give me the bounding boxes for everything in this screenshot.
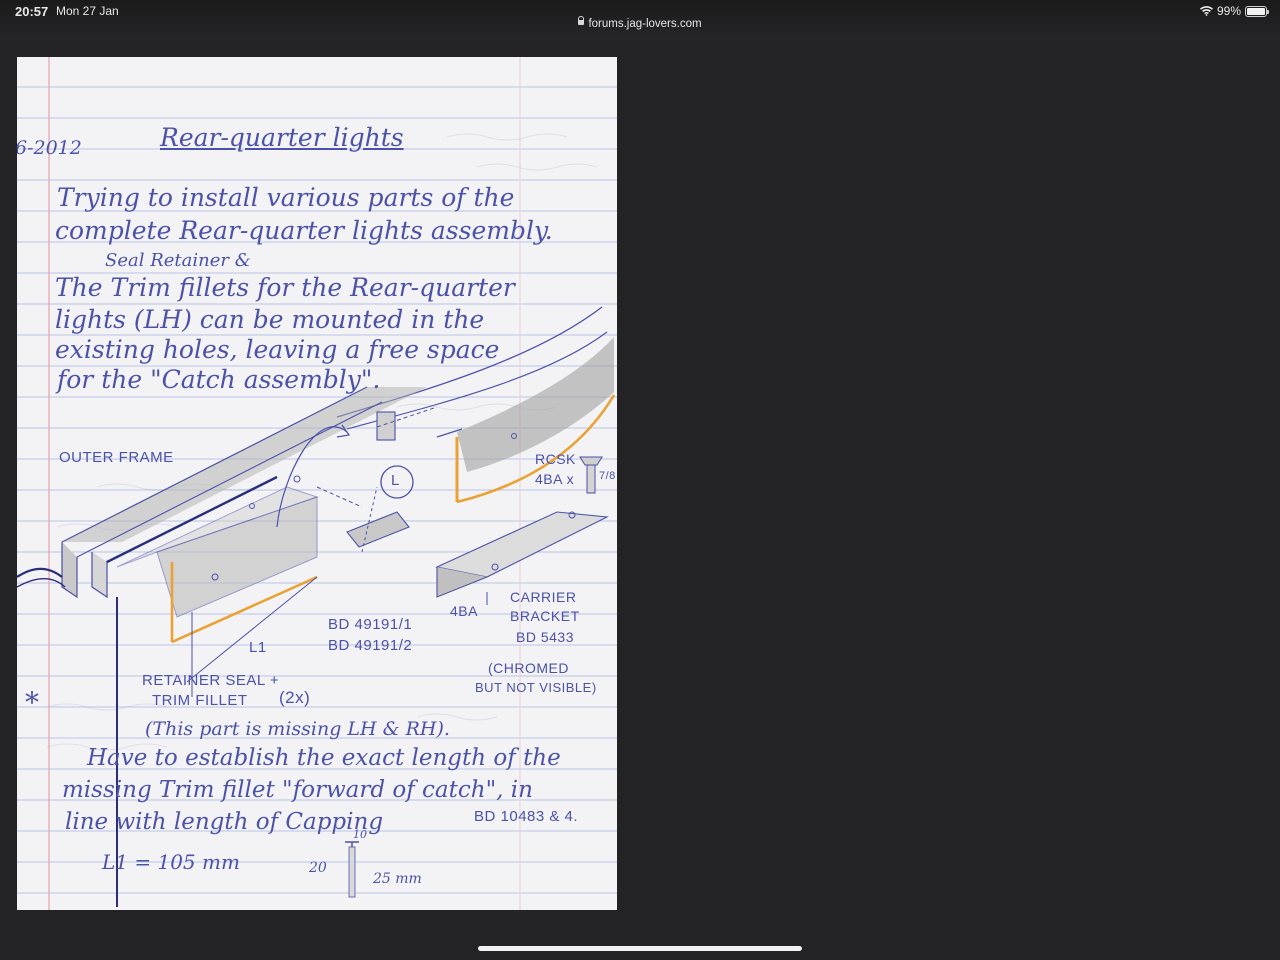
asterisk-mark: * [25,686,39,719]
label-not-visible: BUT NOT VISIBLE) [475,680,597,695]
note-line: (This part is missing LH & RH). [145,718,450,740]
label-4ba: 4BA [450,603,478,619]
note-line: Seal Retainer & [105,250,251,271]
label-rcsk-size: 4BA x [535,471,575,487]
note-line: existing holes, leaving a free space [55,335,500,364]
label-rcsk-length: 7/8 [599,470,616,482]
label-retainer: RETAINER SEAL + [142,672,280,689]
url-text[interactable]: forums.jag-lovers.com [588,18,701,30]
note-line: complete Rear-quarter lights assembly. [55,216,553,245]
label-capping-part: BD 10483 & 4. [474,808,579,825]
label-bd49191-2: BD 49191/2 [328,637,413,654]
note-title: Rear-quarter lights [160,123,404,152]
label-carrier: CARRIER [510,589,577,605]
note-line: The Trim fillets for the Rear-quarter [55,273,515,302]
status-date: Mon 27 Jan [56,4,119,18]
note-line: missing Trim fillet "forward of catch", … [62,777,533,803]
label-chromed: (CHROMED [488,660,569,676]
label-bd5433: BD 5433 [516,629,574,645]
note-line: for the "Catch assembly". [57,365,381,394]
note-line: line with length of Capping [65,809,384,835]
status-bar: 20:57 Mon 27 Jan forums.jag-lovers.com 9… [0,0,1280,40]
label-rcsk: RCSK [535,451,576,467]
battery-icon [1245,5,1269,17]
label-outer-frame: OUTER FRAME [59,449,174,466]
status-indicators: 99% [1199,4,1269,18]
label-dim-20: 20 [309,860,327,876]
label-count: (2x) [279,688,311,707]
label-L: L [391,472,400,489]
label-L1: L1 [249,639,267,656]
label-dim-10: 10 [353,828,367,841]
address-bar[interactable]: forums.jag-lovers.com [0,16,1280,30]
home-indicator[interactable] [478,946,802,951]
lock-icon [578,16,585,26]
date-text: 6-2012 [17,137,82,159]
wifi-icon [1199,6,1213,16]
note-line: Have to establish the exact length of th… [87,745,561,771]
notebook-photo[interactable]: 6-2012 Rear-quarter lights Trying to ins… [17,57,617,910]
label-bd49191-1: BD 49191/1 [328,616,413,633]
status-time: 20:57 [15,4,49,19]
note-line: L1 = 105 mm [102,850,240,874]
note-line: lights (LH) can be mounted in the [55,305,485,334]
label-trim-fillet: TRIM FILLET [152,692,248,709]
battery-percent: 99% [1216,4,1241,18]
note-line: Trying to install various parts of the [57,183,515,212]
label-bracket: BRACKET [510,608,580,624]
label-dim-25: 25 mm [373,871,422,887]
